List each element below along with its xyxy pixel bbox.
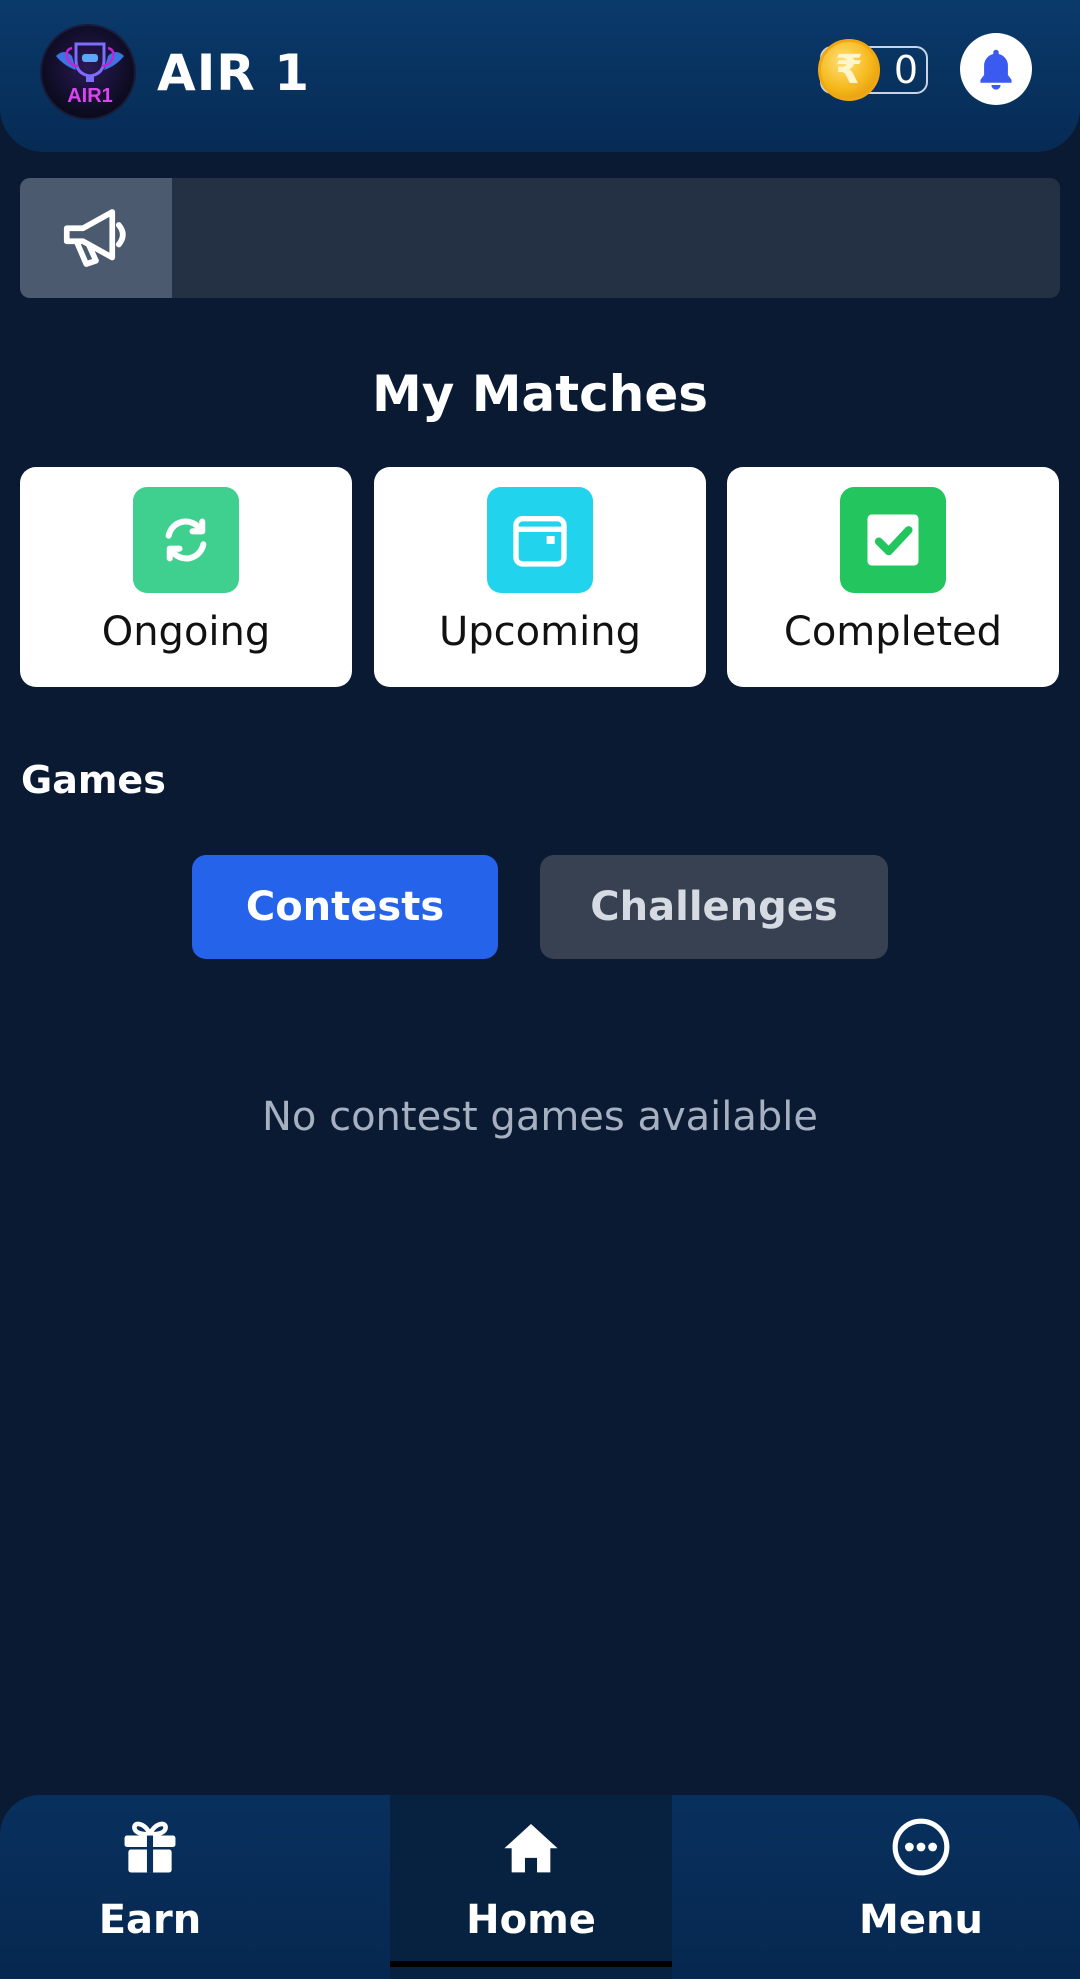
notifications-button[interactable] [960, 33, 1032, 105]
contests-tab[interactable]: Contests [192, 855, 498, 959]
gift-icon [119, 1817, 181, 1877]
bell-icon [980, 49, 1012, 90]
megaphone-icon [63, 209, 126, 267]
refresh-icon [133, 487, 239, 593]
announcement-bar [20, 178, 1060, 298]
match-card-label: Upcoming [439, 609, 641, 655]
svg-text:AIR1: AIR1 [67, 85, 113, 107]
app-title: AIR 1 [157, 44, 310, 102]
nav-label: Earn [98, 1897, 202, 1943]
active-tab-indicator [390, 1961, 672, 1967]
more-circle-icon [890, 1817, 952, 1877]
nav-label: Menu [859, 1897, 983, 1943]
announcement-icon-box [20, 178, 172, 298]
match-card-ongoing[interactable]: Ongoing [20, 467, 352, 687]
match-card-upcoming[interactable]: Upcoming [374, 467, 706, 687]
nav-label: Home [466, 1897, 596, 1943]
match-card-label: Ongoing [101, 609, 271, 655]
app-logo[interactable]: AIR1 [40, 24, 136, 120]
calendar-icon [487, 487, 593, 593]
top-header: AIR1 AIR 1 ₹ 0 [0, 0, 1080, 152]
rupee-coin-icon: ₹ [818, 39, 880, 101]
challenges-tab[interactable]: Challenges [540, 855, 888, 959]
nav-home[interactable]: Home [390, 1795, 672, 1979]
check-icon [840, 487, 946, 593]
games-section-label: Games [21, 758, 166, 802]
nav-earn[interactable]: Earn [40, 1795, 260, 1979]
bottom-navigation: Earn Home Menu [0, 1795, 1080, 1979]
nav-menu[interactable]: Menu [810, 1795, 1032, 1979]
trophy-logo-icon: AIR1 [56, 42, 124, 107]
match-card-label: Completed [783, 609, 1003, 655]
my-matches-title: My Matches [371, 365, 709, 423]
home-icon [502, 1817, 560, 1877]
empty-state-message: No contest games available [261, 1094, 819, 1140]
wallet-balance: 0 [893, 48, 919, 92]
match-card-completed[interactable]: Completed [727, 467, 1059, 687]
app-root: AIR1 AIR 1 ₹ 0 My Matches Ongoing Upcomi… [0, 0, 1080, 1979]
